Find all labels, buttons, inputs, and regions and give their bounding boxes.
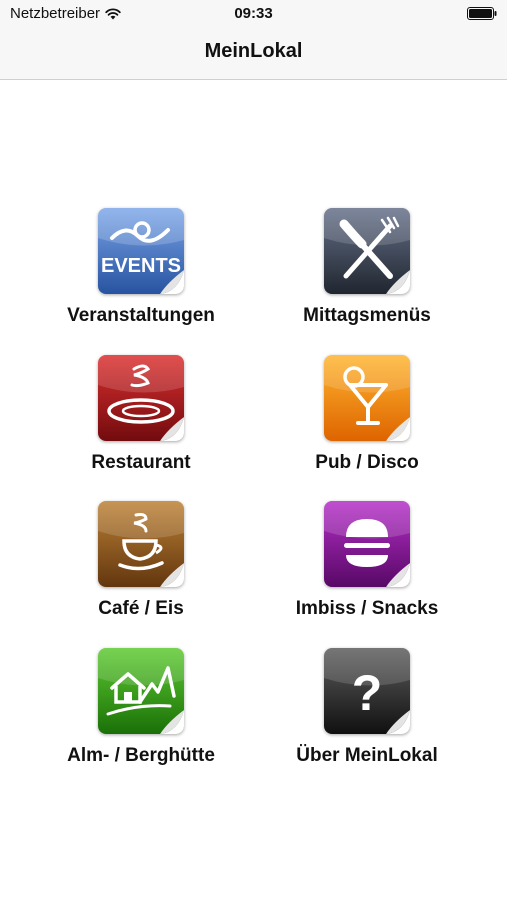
- tile-label: Über MeinLokal: [296, 745, 438, 766]
- tile-cafe-eis[interactable]: Café / Eis: [31, 501, 251, 620]
- tile-mittagsmenues[interactable]: Mittagsmenüs: [257, 208, 477, 327]
- events-icon: EVENTS: [98, 208, 184, 294]
- burger-icon: [324, 501, 410, 587]
- mountain-hut-icon: [98, 648, 184, 734]
- tile-ueber-meinlokal[interactable]: ? Über MeinLokal: [257, 648, 477, 767]
- tile-label: Alm- / Berghütte: [67, 745, 215, 766]
- tile-label: Pub / Disco: [315, 452, 419, 473]
- svg-text:?: ?: [352, 665, 383, 721]
- tile-label: Imbiss / Snacks: [295, 598, 439, 619]
- tile-imbiss-snacks[interactable]: Imbiss / Snacks: [257, 501, 477, 620]
- question-icon: ?: [324, 648, 410, 734]
- status-time: 09:33: [234, 5, 273, 22]
- tile-label: Café / Eis: [98, 598, 184, 619]
- fork-knife-icon: [324, 208, 410, 294]
- tile-alm-berghuette[interactable]: Alm- / Berghütte: [31, 648, 251, 767]
- tile-pub-disco[interactable]: Pub / Disco: [257, 355, 477, 474]
- tile-label: Mittagsmenüs: [303, 305, 431, 326]
- cocktail-icon: [324, 355, 410, 441]
- navigation-bar: MeinLokal: [0, 26, 507, 80]
- battery-icon: [467, 7, 497, 20]
- tile-veranstaltungen[interactable]: EVENTS Veranstaltungen: [31, 208, 251, 327]
- coffee-cup-icon: [98, 501, 184, 587]
- tile-label: Veranstaltungen: [67, 305, 215, 326]
- tile-restaurant[interactable]: Restaurant: [31, 355, 251, 474]
- svg-text:EVENTS: EVENTS: [101, 255, 181, 277]
- status-bar: Netzbetreiber 09:33: [0, 0, 507, 26]
- plate-icon: [98, 355, 184, 441]
- page-title: MeinLokal: [204, 40, 303, 62]
- tile-label: Restaurant: [91, 452, 191, 473]
